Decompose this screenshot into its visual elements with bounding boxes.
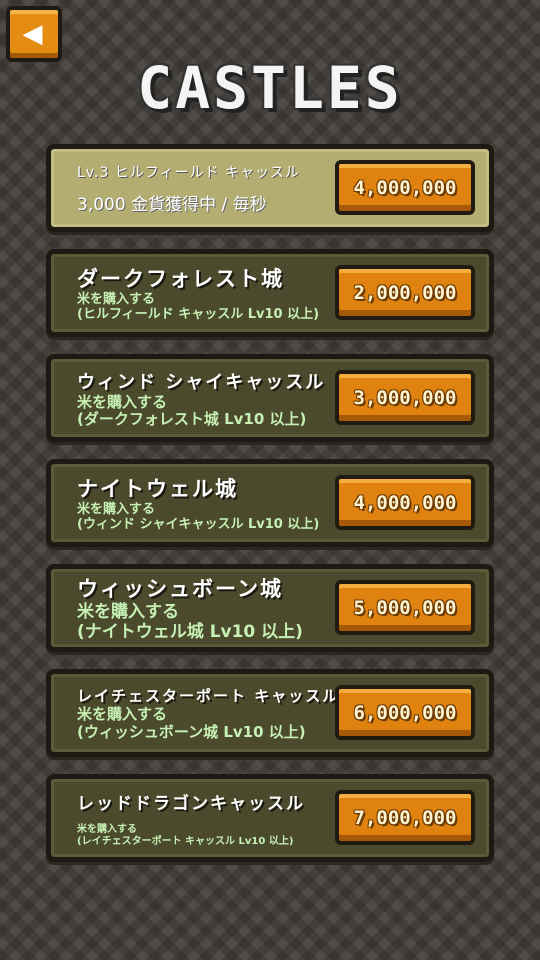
page-title: CASTLES [137,54,403,122]
buy-castle-button[interactable]: 7,000,000 [335,790,475,845]
castle-price: 4,000,000 [353,491,457,514]
castle-card-dark-forest: ダークフォレスト城 米を購入する (ヒルフィールド キャッスル Lv10 以上)… [46,249,494,337]
castle-requirement: 米を購入する [77,824,137,835]
castle-card-wishbone: ウィッシュボーン城 米を購入する (ナイトウェル城 Lv10 以上) 5,000… [46,564,494,652]
castle-name: ダークフォレスト城 [77,267,284,292]
castle-requirement: 米を購入する [77,502,156,518]
castle-info: レイチェスターポート キャッスル 米を購入する (ウィッシュボーン城 Lv10 … [77,674,339,752]
income-rate: 3,000 金貨獲得中 / 毎秒 [77,194,267,215]
castle-name: ナイトウェル城 [77,477,238,502]
castle-prerequisite: (ウィンド シャイキャッスル Lv10 以上) [77,517,320,532]
castle-info: ナイトウェル城 米を購入する (ウィンド シャイキャッスル Lv10 以上) [77,464,339,542]
current-castle-info: Lv.3 ヒルフィールド キャッスル 3,000 金貨獲得中 / 毎秒 [77,149,339,227]
castle-card-leicesterport: レイチェスターポート キャッスル 米を購入する (ウィッシュボーン城 Lv10 … [46,669,494,757]
castle-info: レッドドラゴンキャッスル 米を購入する (レイチェスターポート キャッスル Lv… [77,779,339,857]
castle-price: 2,000,000 [353,281,457,304]
castle-card-red-dragon: レッドドラゴンキャッスル 米を購入する (レイチェスターポート キャッスル Lv… [46,774,494,862]
buy-castle-button[interactable]: 4,000,000 [335,475,475,530]
castle-name: ウィッシュボーン城 [77,577,283,602]
castle-name: レイチェスターポート キャッスル [77,687,340,706]
castle-requirement: 米を購入する [77,602,179,623]
castle-level-label: Lv.3 ヒルフィールド キャッスル [77,164,300,181]
castle-info: ウィッシュボーン城 米を購入する (ナイトウェル城 Lv10 以上) [77,569,339,647]
castle-prerequisite: (ナイトウェル城 Lv10 以上) [77,622,303,642]
castle-price: 5,000,000 [353,596,457,619]
castle-price: 3,000,000 [353,386,457,409]
buy-castle-button[interactable]: 5,000,000 [335,580,475,635]
castle-price: 7,000,000 [353,806,457,829]
upgrade-button[interactable]: 4,000,000 [335,160,475,215]
buy-castle-button[interactable]: 3,000,000 [335,370,475,425]
castle-price: 6,000,000 [353,701,457,724]
buy-castle-button[interactable]: 2,000,000 [335,265,475,320]
castle-prerequisite: (ウィッシュボーン城 Lv10 以上) [77,722,306,741]
castle-requirement: 米を購入する [77,392,168,411]
back-arrow-icon: ◀ [22,19,43,49]
castle-requirement: 米を購入する [77,292,156,308]
castle-list: Lv.3 ヒルフィールド キャッスル 3,000 金貨獲得中 / 毎秒 4,00… [46,144,494,879]
castle-info: ウィンド シャイキャッスル 米を購入する (ダークフォレスト城 Lv10 以上) [77,359,339,437]
buy-castle-button[interactable]: 6,000,000 [335,685,475,740]
castle-card-nightwell: ナイトウェル城 米を購入する (ウィンド シャイキャッスル Lv10 以上) 4… [46,459,494,547]
castle-requirement: 米を購入する [77,705,168,724]
current-castle-card: Lv.3 ヒルフィールド キャッスル 3,000 金貨獲得中 / 毎秒 4,00… [46,144,494,232]
castle-prerequisite: (ヒルフィールド キャッスル Lv10 以上) [77,307,320,322]
castle-name: レッドドラゴンキャッスル [77,794,305,814]
castle-info: ダークフォレスト城 米を購入する (ヒルフィールド キャッスル Lv10 以上) [77,254,339,332]
castle-name: ウィンド シャイキャッスル [77,371,326,393]
upgrade-price: 4,000,000 [353,176,457,199]
castle-prerequisite: (ダークフォレスト城 Lv10 以上) [77,410,307,428]
castle-prerequisite: (レイチェスターポート キャッスル Lv10 以上) [77,835,294,847]
castle-card-windshy: ウィンド シャイキャッスル 米を購入する (ダークフォレスト城 Lv10 以上)… [46,354,494,442]
